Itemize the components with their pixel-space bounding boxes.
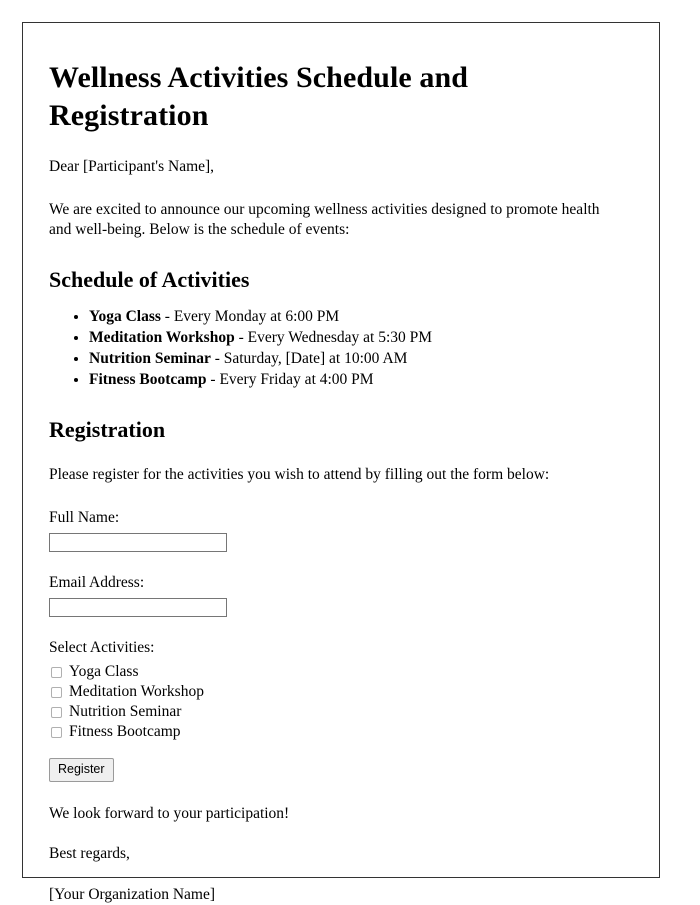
checkbox-icon[interactable]: [51, 726, 62, 738]
select-activities-group: Select Activities: Yoga Class Meditation…: [49, 639, 633, 743]
checkbox-row-meditation-workshop[interactable]: Meditation Workshop: [49, 682, 633, 702]
checkbox-label: Meditation Workshop: [69, 682, 204, 700]
checkbox-label: Fitness Bootcamp: [69, 722, 181, 740]
activity-name: Yoga Class: [89, 308, 161, 326]
select-activities-label: Select Activities:: [49, 638, 155, 656]
checkbox-label: Nutrition Seminar: [69, 702, 182, 720]
closing-line-1: We look forward to your participation!: [49, 804, 290, 822]
checkbox-row-fitness-bootcamp[interactable]: Fitness Bootcamp: [49, 722, 633, 742]
list-item: Fitness Bootcamp - Every Friday at 4:00 …: [89, 370, 633, 391]
activity-details: - Every Monday at 6:00 PM: [160, 308, 340, 326]
activity-name: Fitness Bootcamp: [89, 370, 207, 388]
registration-heading: Registration: [49, 416, 166, 442]
closing-line-3: [Your Organization Name]: [49, 885, 216, 903]
full-name-label: Full Name:: [49, 509, 120, 527]
registration-instructions: Please register for the activities you w…: [49, 465, 550, 483]
email-input[interactable]: [49, 597, 227, 617]
schedule-list: Yoga Class - Every Monday at 6:00 PM Med…: [49, 307, 633, 391]
list-item: Meditation Workshop - Every Wednesday at…: [89, 328, 633, 349]
checkbox-row-yoga-class[interactable]: Yoga Class: [49, 662, 633, 682]
schedule-heading: Schedule of Activities: [49, 267, 250, 293]
closing-block: We look forward to your participation! B…: [49, 804, 633, 905]
salutation-text: Dear [Participant's Name],: [49, 158, 215, 176]
checkbox-icon[interactable]: [51, 706, 62, 718]
registration-form: Full Name: Email Address: Select Activit…: [49, 509, 633, 782]
activity-details: - Every Friday at 4:00 PM: [206, 370, 374, 388]
activity-name: Meditation Workshop: [89, 328, 235, 346]
closing-line-2: Best regards,: [49, 845, 130, 863]
list-item: Nutrition Seminar - Saturday, [Date] at …: [89, 349, 633, 370]
activity-name: Nutrition Seminar: [89, 349, 211, 367]
intro-paragraph: We are excited to announce our upcoming …: [49, 200, 600, 239]
page-title: Wellness Activities Schedule and Registr…: [49, 61, 469, 133]
register-button[interactable]: Register: [49, 758, 114, 782]
document-page: Wellness Activities Schedule and Registr…: [22, 22, 660, 903]
checkbox-icon[interactable]: [51, 666, 62, 678]
list-item: Yoga Class - Every Monday at 6:00 PM: [89, 307, 633, 328]
checkbox-row-nutrition-seminar[interactable]: Nutrition Seminar: [49, 702, 633, 722]
checkbox-label: Yoga Class: [69, 662, 139, 680]
activity-details: - Saturday, [Date] at 10:00 AM: [210, 349, 408, 367]
email-label: Email Address:: [49, 573, 145, 591]
activity-details: - Every Wednesday at 5:30 PM: [234, 328, 433, 346]
checkbox-icon[interactable]: [51, 686, 62, 698]
full-name-input[interactable]: [49, 532, 227, 552]
document-body: Wellness Activities Schedule and Registr…: [23, 23, 659, 905]
